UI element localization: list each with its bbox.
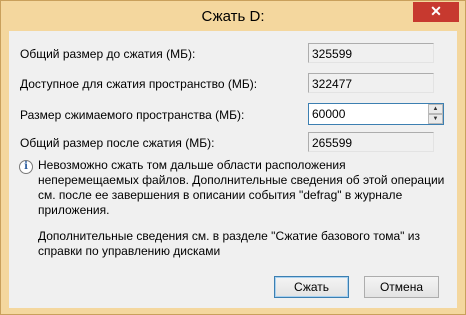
info-icon: i xyxy=(19,160,33,174)
help-reference: Дополнительные сведения см. в разделе "С… xyxy=(38,229,420,258)
total-before-value: 325599 xyxy=(308,43,434,63)
total-after-label: Общий размер после сжатия (МБ): xyxy=(20,136,215,150)
dialog-body: Общий размер до сжатия (МБ): 325599 Дост… xyxy=(9,31,457,308)
title-bar[interactable]: Сжать D: ✕ xyxy=(1,1,465,31)
decrement-button[interactable]: ▼ xyxy=(428,114,443,124)
available-label: Доступное для сжатия пространство (МБ): xyxy=(20,77,258,91)
shrink-size-label: Размер сжимаемого пространства (МБ): xyxy=(20,108,245,122)
increment-button[interactable]: ▲ xyxy=(428,104,443,114)
total-after-value: 265599 xyxy=(308,132,434,152)
close-button[interactable]: ✕ xyxy=(413,2,459,22)
shrink-dialog: Сжать D: ✕ Общий размер до сжатия (МБ): … xyxy=(0,0,466,315)
info-message: Невозможно сжать том дальше области расп… xyxy=(38,158,445,217)
shrink-size-input[interactable] xyxy=(309,104,429,124)
dialog-title: Сжать D: xyxy=(201,8,265,25)
cancel-button[interactable]: Отмена xyxy=(364,276,439,298)
shrink-button[interactable]: Сжать xyxy=(274,276,349,298)
shrink-size-stepper[interactable]: ▲ ▼ xyxy=(308,103,444,125)
total-before-label: Общий размер до сжатия (МБ): xyxy=(20,47,196,61)
available-value: 322477 xyxy=(308,73,434,93)
